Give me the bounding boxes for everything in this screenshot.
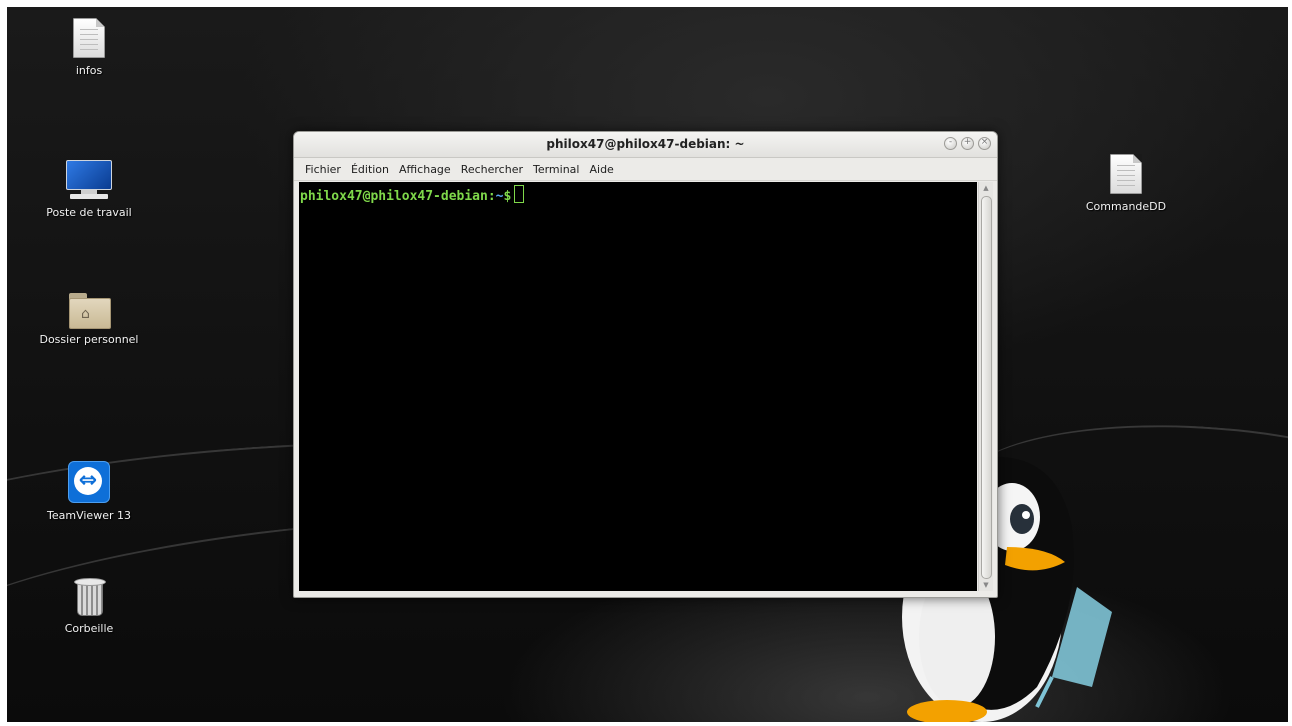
terminal-output[interactable]: philox47@philox47-debian:~$: [299, 182, 977, 591]
desktop-icon-teamviewer[interactable]: ⇔ TeamViewer 13: [9, 461, 169, 522]
desktop-icon-label: Corbeille: [64, 622, 114, 635]
prompt-user-host: philox47@philox47-debian: [300, 189, 488, 204]
maximize-icon: +: [963, 137, 972, 147]
desktop-icon-label: infos: [75, 64, 103, 77]
desktop-icon-label: Poste de travail: [46, 206, 132, 219]
vertical-scrollbar[interactable]: ▲ ▼: [978, 182, 993, 591]
trash-icon: [74, 576, 106, 616]
computer-icon: [66, 160, 112, 200]
prompt-symbol: $: [503, 189, 512, 204]
document-icon: [73, 18, 105, 58]
desktop-icon-label: CommandeDD: [1085, 200, 1167, 213]
scroll-up-icon[interactable]: ▲: [979, 182, 993, 194]
menu-fichier[interactable]: Fichier: [300, 163, 346, 176]
minimize-icon: -: [948, 137, 953, 147]
menu-affichage[interactable]: Affichage: [394, 163, 456, 176]
close-button[interactable]: ×: [978, 137, 991, 150]
desktop-icon-dossier-personnel[interactable]: ⌂ Dossier personnel: [9, 293, 169, 346]
close-icon: ×: [980, 137, 989, 147]
window-title: philox47@philox47-debian: ~: [546, 137, 745, 151]
window-titlebar[interactable]: philox47@philox47-debian: ~ - + ×: [294, 132, 997, 158]
minimize-button[interactable]: -: [944, 137, 957, 150]
desktop-icon-commandedd[interactable]: CommandeDD: [1046, 154, 1206, 213]
home-folder-icon: ⌂: [69, 293, 111, 329]
menu-aide[interactable]: Aide: [584, 163, 618, 176]
scroll-down-icon[interactable]: ▼: [979, 579, 993, 591]
document-icon: [1110, 154, 1142, 194]
terminal-window[interactable]: philox47@philox47-debian: ~ - + × Fichie…: [293, 131, 998, 598]
menu-edition[interactable]: Édition: [346, 163, 394, 176]
desktop-icon-label: TeamViewer 13: [47, 509, 131, 522]
prompt-line: philox47@philox47-debian:~$: [300, 185, 525, 204]
prompt-path: ~: [495, 189, 504, 204]
menu-rechercher[interactable]: Rechercher: [456, 163, 528, 176]
desktop-icon-corbeille[interactable]: Corbeille: [9, 576, 169, 635]
desktop-icon-poste-de-travail[interactable]: Poste de travail: [9, 160, 169, 219]
desktop-icon-label: Dossier personnel: [39, 333, 139, 346]
maximize-button[interactable]: +: [961, 137, 974, 150]
menu-terminal[interactable]: Terminal: [528, 163, 585, 176]
scrollbar-thumb[interactable]: [981, 196, 992, 579]
teamviewer-icon: ⇔: [68, 461, 110, 503]
prompt-separator: :: [487, 189, 496, 204]
text-cursor: [514, 185, 525, 203]
menu-bar: Fichier Édition Affichage Rechercher Ter…: [294, 158, 997, 181]
desktop-icon-infos[interactable]: infos: [9, 18, 169, 77]
